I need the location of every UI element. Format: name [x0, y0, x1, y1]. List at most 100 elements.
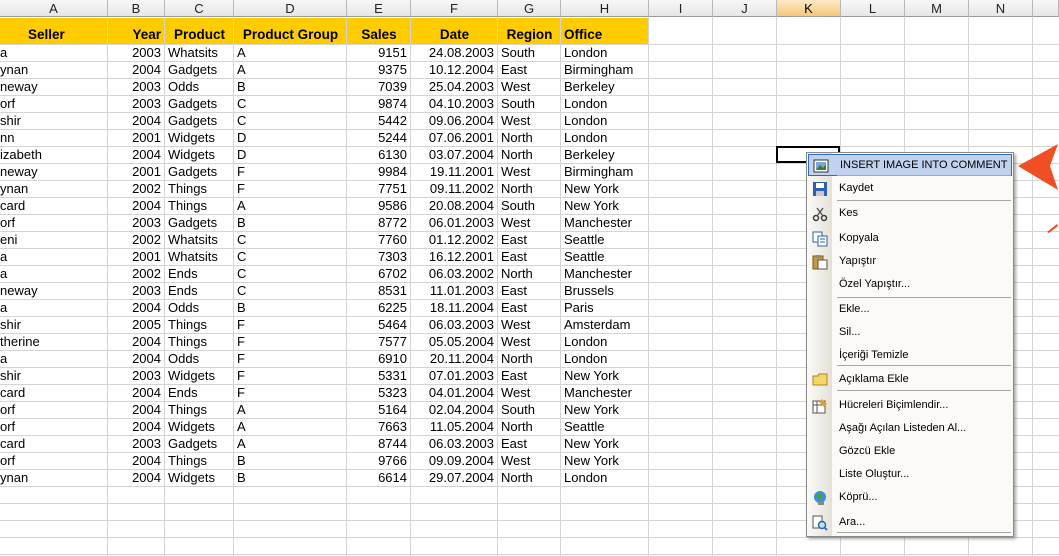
table-cell[interactable]: C	[234, 96, 347, 112]
table-cell[interactable]: B	[234, 215, 347, 231]
table-cell[interactable]: London	[561, 96, 649, 112]
table-cell[interactable]: North	[498, 266, 561, 282]
table-cell[interactable]: C	[234, 113, 347, 129]
table-cell[interactable]: 2003	[108, 215, 165, 231]
table-header-cell[interactable]: Region	[498, 27, 561, 44]
column-header-g[interactable]: G	[498, 0, 561, 17]
table-cell[interactable]: 2004	[108, 300, 165, 316]
table-cell[interactable]: card	[0, 436, 108, 452]
table-cell[interactable]: 6910	[347, 351, 411, 367]
table-cell[interactable]: 06.03.2003	[411, 317, 498, 333]
table-cell[interactable]: card	[0, 385, 108, 401]
column-header-d[interactable]: D	[234, 0, 347, 17]
table-cell[interactable]: 2004	[108, 147, 165, 163]
table-cell[interactable]: 18.11.2004	[411, 300, 498, 316]
table-cell[interactable]: North	[498, 351, 561, 367]
column-header-i[interactable]: I	[649, 0, 713, 17]
table-cell[interactable]: nn	[0, 130, 108, 146]
table-cell[interactable]: 01.12.2002	[411, 232, 498, 248]
table-cell[interactable]: 06.01.2003	[411, 215, 498, 231]
menu-item-h-creleri-bi-imlendir[interactable]: Hücreleri Biçimlendir...	[808, 395, 1012, 417]
column-header-e[interactable]: E	[347, 0, 411, 17]
table-cell[interactable]: North	[498, 181, 561, 197]
menu-item-kaydet[interactable]: Kaydet	[808, 178, 1012, 200]
table-cell[interactable]: 5323	[347, 385, 411, 401]
table-cell[interactable]: Things	[165, 334, 234, 350]
table-cell[interactable]: 6702	[347, 266, 411, 282]
table-cell[interactable]: orf	[0, 96, 108, 112]
menu-item-ara[interactable]: Ara...	[808, 512, 1012, 534]
table-cell[interactable]: West	[498, 79, 561, 95]
menu-item-zel-yap-t-r[interactable]: Özel Yapıştır...	[808, 274, 1012, 296]
table-cell[interactable]: neway	[0, 79, 108, 95]
table-cell[interactable]: 10.12.2004	[411, 62, 498, 78]
table-cell[interactable]: West	[498, 453, 561, 469]
table-cell[interactable]: Whatsits	[165, 249, 234, 265]
menu-item-liste-olu-tur[interactable]: Liste Oluştur...	[808, 464, 1012, 486]
table-cell[interactable]: 2003	[108, 79, 165, 95]
menu-item-ekle[interactable]: Ekle...	[808, 299, 1012, 321]
table-cell[interactable]: orf	[0, 453, 108, 469]
table-cell[interactable]: Things	[165, 198, 234, 214]
column-header-b[interactable]: B	[108, 0, 165, 17]
table-cell[interactable]: B	[234, 300, 347, 316]
menu-item-i-eri-i-temizle[interactable]: İçeriği Temizle	[808, 345, 1012, 367]
table-cell[interactable]: 5164	[347, 402, 411, 418]
table-cell[interactable]: a	[0, 300, 108, 316]
table-cell[interactable]: ynan	[0, 470, 108, 486]
table-cell[interactable]: 19.11.2001	[411, 164, 498, 180]
table-cell[interactable]: 8772	[347, 215, 411, 231]
table-cell[interactable]: Widgets	[165, 470, 234, 486]
table-cell[interactable]: Birmingham	[561, 62, 649, 78]
table-cell[interactable]: 2002	[108, 266, 165, 282]
table-cell[interactable]: 2004	[108, 470, 165, 486]
table-cell[interactable]: North	[498, 470, 561, 486]
table-cell[interactable]: Odds	[165, 79, 234, 95]
table-cell[interactable]: D	[234, 147, 347, 163]
table-cell[interactable]: Widgets	[165, 130, 234, 146]
table-cell[interactable]: 07.01.2003	[411, 368, 498, 384]
table-cell[interactable]: 8744	[347, 436, 411, 452]
table-cell[interactable]: shir	[0, 368, 108, 384]
table-cell[interactable]: Gadgets	[165, 62, 234, 78]
table-cell[interactable]: 9984	[347, 164, 411, 180]
table-cell[interactable]: C	[234, 249, 347, 265]
table-cell[interactable]: 07.06.2001	[411, 130, 498, 146]
column-header-j[interactable]: J	[713, 0, 777, 17]
table-cell[interactable]: a	[0, 266, 108, 282]
table-cell[interactable]: orf	[0, 419, 108, 435]
table-cell[interactable]: New York	[561, 402, 649, 418]
table-cell[interactable]: 9766	[347, 453, 411, 469]
table-cell[interactable]: 09.11.2002	[411, 181, 498, 197]
table-cell[interactable]: 6614	[347, 470, 411, 486]
table-cell[interactable]: 11.05.2004	[411, 419, 498, 435]
table-cell[interactable]: London	[561, 351, 649, 367]
table-cell[interactable]: B	[234, 470, 347, 486]
table-cell[interactable]: 02.04.2004	[411, 402, 498, 418]
table-cell[interactable]: 24.08.2003	[411, 45, 498, 61]
table-cell[interactable]: London	[561, 334, 649, 350]
table-cell[interactable]: North	[498, 147, 561, 163]
table-cell[interactable]: West	[498, 317, 561, 333]
column-header-k[interactable]: K	[777, 0, 841, 17]
table-cell[interactable]: 7751	[347, 181, 411, 197]
menu-item-insert-image-into-comment[interactable]: INSERT IMAGE INTO COMMENT	[808, 154, 1012, 176]
table-cell[interactable]: A	[234, 45, 347, 61]
table-header-cell[interactable]: Seller	[0, 27, 108, 44]
table-cell[interactable]: A	[234, 402, 347, 418]
table-cell[interactable]: 05.05.2004	[411, 334, 498, 350]
table-cell[interactable]: Manchester	[561, 385, 649, 401]
table-cell[interactable]: East	[498, 300, 561, 316]
table-cell[interactable]: 2004	[108, 351, 165, 367]
table-cell[interactable]: South	[498, 96, 561, 112]
table-cell[interactable]: Birmingham	[561, 164, 649, 180]
table-cell[interactable]: 5331	[347, 368, 411, 384]
table-cell[interactable]: 20.11.2004	[411, 351, 498, 367]
column-header-a[interactable]: A	[0, 0, 108, 17]
table-cell[interactable]: ynan	[0, 62, 108, 78]
table-cell[interactable]: 29.07.2004	[411, 470, 498, 486]
table-header-cell[interactable]: Year	[108, 27, 165, 44]
table-header-cell[interactable]: Sales	[347, 27, 411, 44]
table-cell[interactable]: card	[0, 198, 108, 214]
menu-item-a-klama-ekle[interactable]: Açıklama Ekle	[808, 369, 1012, 391]
